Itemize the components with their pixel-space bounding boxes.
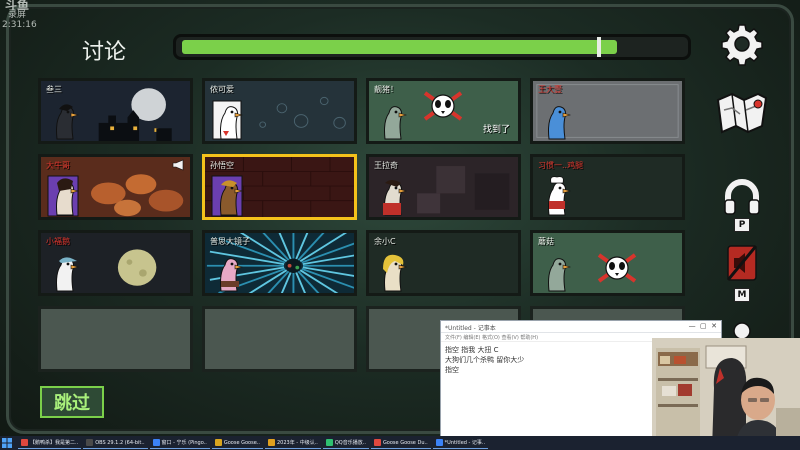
taskbar-item-label: 窗口 - 宁乐 (Pingo.. bbox=[161, 440, 207, 446]
player-card[interactable]: 王拉奇 bbox=[366, 154, 521, 220]
player-avatar bbox=[56, 257, 79, 292]
player-name: 习惯一..鸡腿 bbox=[538, 161, 584, 170]
body-found-label: 找到了 bbox=[482, 125, 510, 135]
player-avatar bbox=[548, 176, 571, 216]
player-avatar bbox=[56, 104, 79, 140]
taskbar-item[interactable]: 窗口 - 宁乐 (Pingo.. bbox=[149, 437, 210, 449]
discussion-title: 讨论 bbox=[82, 40, 127, 65]
player-avatar bbox=[211, 175, 243, 217]
gear-icon bbox=[721, 24, 763, 66]
eliminated-x-icon bbox=[423, 91, 463, 121]
discussion-timer-bar bbox=[173, 34, 691, 60]
player-card[interactable]: 习惯一..鸡腿 bbox=[530, 154, 685, 220]
player-name: 王大壹 bbox=[538, 85, 562, 94]
taskbar-item[interactable]: Goose Goose.. bbox=[211, 437, 263, 449]
player-avatar bbox=[548, 258, 571, 292]
player-card[interactable]: 孙悟空 bbox=[202, 154, 357, 220]
player-avatar bbox=[47, 175, 79, 217]
player-card-eliminated[interactable]: 蘑菇 bbox=[530, 230, 685, 296]
player-card[interactable]: 大牛哥 bbox=[38, 154, 193, 220]
empty-player-slot bbox=[38, 306, 193, 372]
player-avatar bbox=[384, 106, 407, 140]
taskbar-item-label: 【鹅鸭杀】我是第二.. bbox=[30, 440, 79, 446]
taskbar-item-label: Goose Goose Du.. bbox=[382, 439, 428, 446]
app-icon bbox=[86, 439, 94, 446]
settings-button[interactable] bbox=[720, 22, 764, 66]
taskbar-item[interactable]: *Untitled - 记事.. bbox=[432, 437, 489, 449]
webcam-scene-image bbox=[652, 338, 800, 450]
player-name: 余小C bbox=[374, 237, 396, 246]
player-card[interactable]: 侬可爱 bbox=[202, 78, 357, 144]
player-avatar bbox=[212, 100, 243, 140]
taskbar-item-label: 2023年 - 中级认.. bbox=[276, 440, 318, 446]
app-icon bbox=[373, 439, 381, 446]
player-card[interactable]: 叁三 bbox=[38, 78, 193, 144]
app-icon bbox=[435, 439, 443, 446]
player-name: 叁三 bbox=[46, 85, 62, 94]
eliminated-x-icon bbox=[597, 253, 637, 283]
app-icon bbox=[325, 439, 333, 446]
map-button[interactable] bbox=[714, 86, 770, 134]
player-name: 蘑菇 bbox=[538, 237, 554, 246]
taskbar-item[interactable]: 【鹅鸭杀】我是第二.. bbox=[18, 437, 82, 449]
stream-watermark: 斗鱼 录屏 2:31:16 bbox=[2, 0, 37, 30]
player-card[interactable]: 小福鹅 bbox=[38, 230, 193, 296]
megaphone-icon bbox=[172, 159, 184, 171]
app-icon bbox=[267, 439, 275, 446]
push-to-talk-button[interactable]: P bbox=[722, 178, 762, 234]
player-avatar bbox=[383, 254, 407, 292]
timer-fill bbox=[182, 40, 617, 54]
taskbar-item-label: OBS 29.1.2 (64-bit.. bbox=[95, 439, 145, 446]
player-card[interactable]: 余小C bbox=[366, 230, 521, 296]
app-icon bbox=[152, 439, 160, 446]
taskbar-item-label: *Untitled - 记事.. bbox=[444, 440, 486, 446]
player-card[interactable]: 普思大镜子 bbox=[202, 230, 357, 296]
streamer-webcam bbox=[652, 338, 800, 450]
windows-taskbar: 【鹅鸭杀】我是第二.. OBS 29.1.2 (64-bit.. 窗口 - 宁乐 (… bbox=[0, 436, 800, 450]
headphones-icon bbox=[724, 179, 760, 215]
taskbar-item[interactable]: Goose Goose Du.. bbox=[370, 437, 431, 449]
window-controls[interactable]: — ▢ ✕ bbox=[689, 322, 717, 330]
player-name: 靓猪！ bbox=[374, 85, 398, 94]
taskbar-item[interactable]: QQ音乐播放.. bbox=[322, 437, 369, 449]
player-name: 普思大镜子 bbox=[210, 237, 250, 246]
windows-start-icon[interactable] bbox=[2, 438, 12, 448]
push-to-talk-key: P bbox=[734, 218, 750, 232]
player-avatar bbox=[548, 106, 571, 140]
app-icon bbox=[214, 439, 222, 446]
player-avatar bbox=[383, 180, 407, 216]
watermark-time: 2:31:16 bbox=[2, 20, 37, 30]
player-avatar bbox=[220, 258, 243, 292]
taskbar-item[interactable]: 2023年 - 中级认.. bbox=[264, 437, 321, 449]
muted-speaker-icon bbox=[726, 245, 758, 281]
taskbar-item[interactable]: OBS 29.1.2 (64-bit.. bbox=[83, 437, 148, 449]
skip-vote-button[interactable]: 跳过 bbox=[40, 386, 104, 418]
player-name: 大牛哥 bbox=[46, 161, 70, 170]
player-card-eliminated[interactable]: 靓猪！ 找到了 bbox=[366, 78, 521, 144]
player-name: 小福鹅 bbox=[46, 237, 70, 246]
player-name: 王拉奇 bbox=[374, 161, 398, 170]
notepad-titlebar[interactable]: *Untitled - 记事本 — ▢ ✕ bbox=[441, 321, 721, 333]
player-name: 侬可爱 bbox=[210, 85, 234, 94]
mute-key: M bbox=[734, 288, 750, 302]
mute-button[interactable]: M bbox=[722, 242, 762, 302]
player-card[interactable]: 王大壹 bbox=[530, 78, 685, 144]
player-name: 孙悟空 bbox=[210, 161, 234, 170]
empty-player-slot bbox=[202, 306, 357, 372]
notepad-title: *Untitled - 记事本 bbox=[445, 325, 496, 332]
map-icon bbox=[716, 92, 768, 134]
taskbar-item-label: Goose Goose.. bbox=[223, 439, 260, 446]
taskbar-item-label: QQ音乐播放.. bbox=[334, 440, 366, 446]
timer-marker bbox=[597, 37, 601, 57]
app-icon bbox=[21, 439, 28, 446]
watermark-logo: 斗鱼 bbox=[4, 0, 29, 12]
